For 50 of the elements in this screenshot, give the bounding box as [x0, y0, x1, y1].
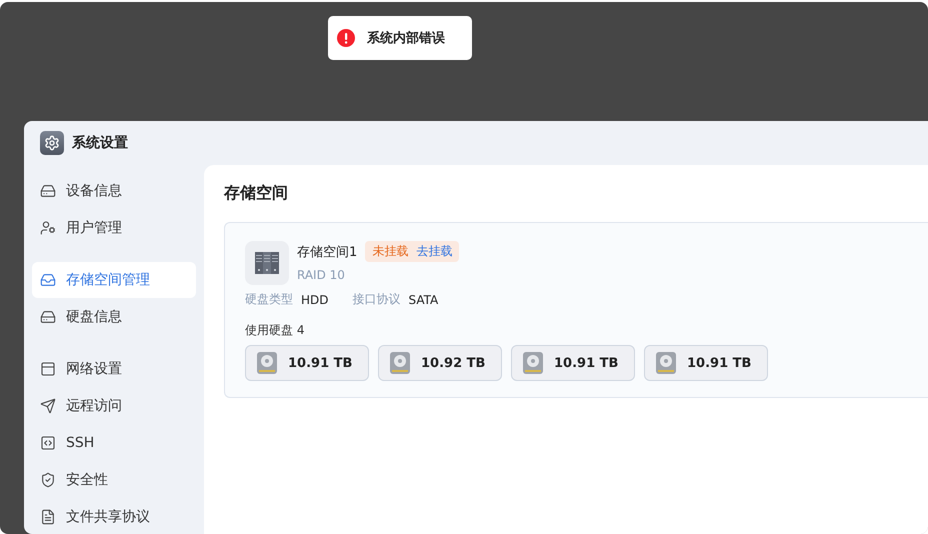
menu-icon: [40, 309, 56, 325]
menu-icon: [40, 272, 56, 288]
sidebar-label: 安全性: [66, 471, 108, 489]
window-title: 系统设置: [72, 134, 128, 152]
sidebar-item[interactable]: 安全性: [32, 462, 196, 498]
sidebar-label: 文件共享协议: [66, 508, 150, 526]
disk-chip[interactable]: 10.92 TB: [378, 345, 502, 381]
toast-message: 系统内部错误: [367, 30, 445, 47]
error-icon: [337, 29, 355, 47]
disk-size: 10.92 TB: [421, 356, 486, 370]
sidebar-item[interactable]: 设备信息: [32, 173, 196, 209]
disk-count: 使用硬盘 4: [245, 322, 306, 339]
menu-icon: [40, 361, 56, 377]
menu-icon: [40, 509, 56, 525]
sidebar-item[interactable]: 存储空间管理: [32, 262, 196, 298]
disk-chip[interactable]: 10.91 TB: [245, 345, 369, 381]
menu-icon: [40, 183, 56, 199]
field-label: 硬盘类型: [245, 291, 293, 308]
sidebar-label: 用户管理: [66, 219, 122, 237]
sidebar-label: 存储空间管理: [66, 271, 150, 289]
disk-chip[interactable]: 10.91 TB: [511, 345, 635, 381]
server-icon: [245, 241, 289, 285]
sidebar-label: SSH: [66, 435, 94, 451]
sidebar-item[interactable]: 文件共享协议: [32, 499, 196, 534]
gear-icon: [40, 131, 64, 155]
raid-level: RAID 10: [297, 268, 346, 282]
sidebar-label: 设备信息: [66, 182, 122, 200]
disk-size: 10.91 TB: [687, 356, 752, 370]
storage-name: 存储空间1: [297, 244, 358, 260]
mount-link[interactable]: 去挂载: [416, 243, 452, 260]
sidebar-label: 硬盘信息: [66, 308, 122, 326]
field-value: HDD: [301, 292, 329, 306]
sidebar-item[interactable]: 远程访问: [32, 388, 196, 424]
sidebar-item[interactable]: 用户管理: [32, 210, 196, 246]
disk-chip[interactable]: 10.91 TB: [644, 345, 768, 381]
field-label: 接口协议: [352, 291, 401, 308]
menu-icon: [40, 435, 56, 451]
sidebar-item[interactable]: SSH: [32, 425, 196, 461]
menu-icon: [40, 220, 56, 236]
sidebar-item[interactable]: 网络设置: [32, 351, 196, 387]
sidebar-item[interactable]: 硬盘信息: [32, 299, 196, 335]
sidebar-label: 网络设置: [66, 360, 122, 378]
disk-size: 10.91 TB: [288, 356, 352, 370]
page-title: 存储空间: [224, 183, 289, 204]
menu-icon: [40, 472, 56, 488]
disk-size: 10.91 TB: [554, 356, 618, 370]
menu-icon: [40, 398, 56, 414]
field-value: SATA: [408, 292, 438, 306]
sidebar-label: 远程访问: [66, 397, 122, 415]
status-text: 未挂载: [372, 243, 408, 260]
